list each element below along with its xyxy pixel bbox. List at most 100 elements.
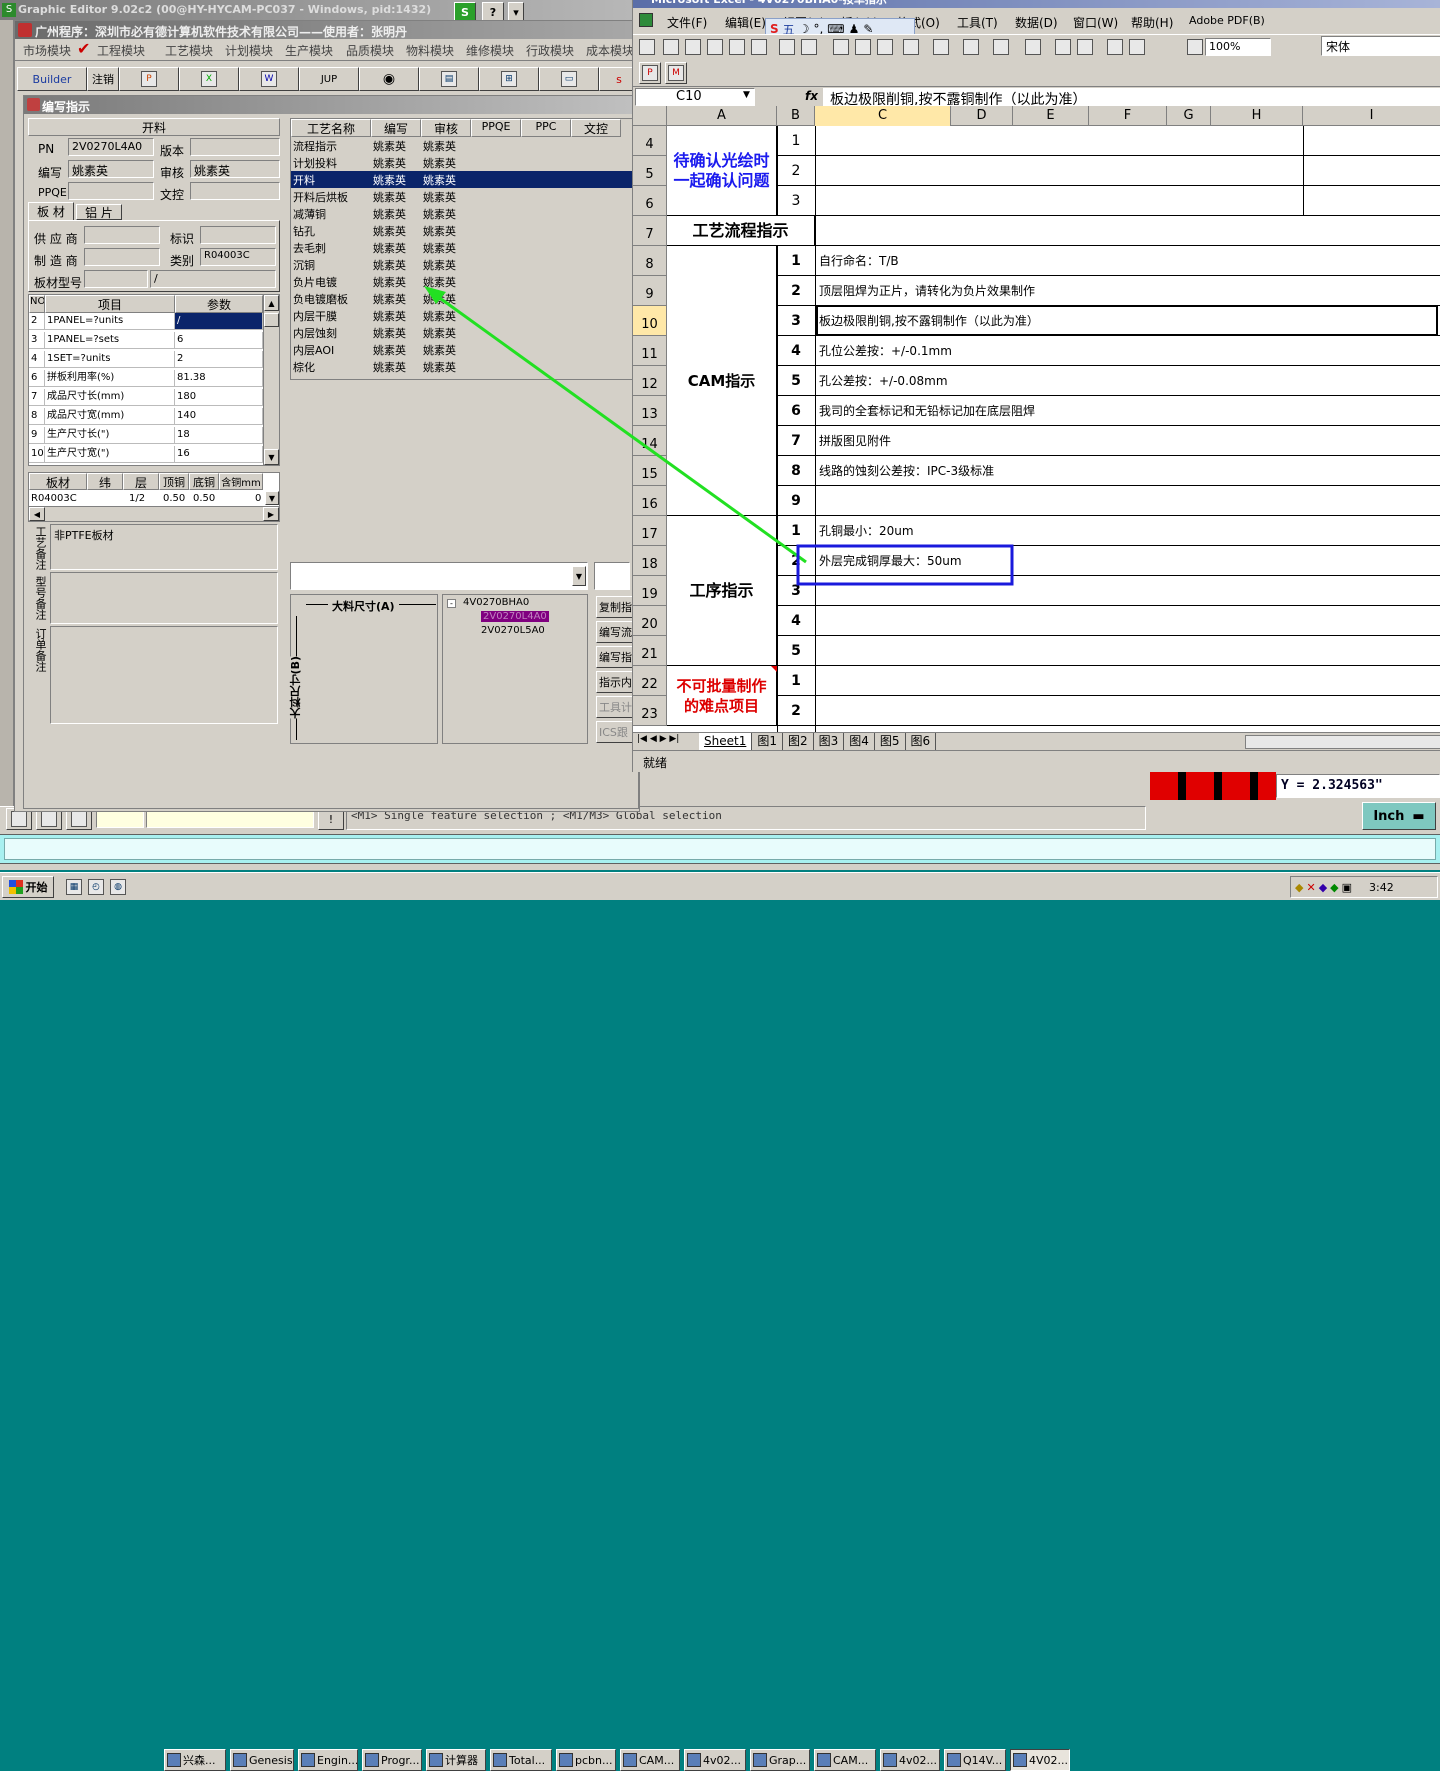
cam-instruction[interactable]: 拼版图见附件 [817, 426, 1437, 455]
side-action-button[interactable]: ICS跟 [596, 721, 634, 743]
procedure-instruction[interactable] [817, 636, 1437, 665]
column-header[interactable]: H [1211, 106, 1303, 126]
sort-desc-button[interactable] [1077, 39, 1095, 57]
ppqe-field[interactable] [68, 182, 154, 200]
menu-window[interactable]: 窗口(W) [1073, 14, 1118, 31]
spell-button[interactable] [779, 39, 797, 57]
word-button[interactable]: W [239, 67, 299, 91]
remark-model-field[interactable] [50, 572, 278, 624]
module-admin[interactable]: 行政模块 [526, 42, 574, 59]
param-item[interactable]: 成品尺寸宽(mm) [45, 408, 175, 425]
side-combo[interactable] [594, 562, 630, 590]
clock-app-icon[interactable]: ◴ [88, 879, 104, 895]
module-repair[interactable]: 维修模块 [466, 42, 514, 59]
jup-button[interactable]: JUP [299, 67, 359, 91]
process-row[interactable]: 内层干膜 姚素英 姚素英 [291, 307, 637, 324]
process-combo[interactable] [290, 562, 588, 590]
module-process[interactable]: 工艺模块 [165, 42, 213, 59]
row-header[interactable]: 10 [633, 306, 667, 336]
menu-help[interactable]: 帮助(H) [1131, 14, 1173, 31]
tree-root[interactable]: 4V0270BHA0 [463, 597, 529, 608]
cam-instruction[interactable]: 线路的蚀刻公差按：IPC-3级标准 [817, 456, 1437, 485]
param-no[interactable]: 3 [29, 332, 45, 349]
sort-asc-button[interactable] [1055, 39, 1073, 57]
autosum-button[interactable] [1025, 39, 1043, 57]
process-row[interactable]: 负电镀磨板 姚素英 姚素英 [291, 290, 637, 307]
category-field[interactable]: R04003C [200, 248, 276, 266]
module-engineering[interactable]: 工程模块 [97, 42, 145, 59]
param-item[interactable]: 1SET=?units [45, 351, 175, 368]
module-plan[interactable]: 计划模块 [225, 42, 273, 59]
hscroll-right-arrow[interactable]: ▶ [263, 507, 279, 521]
module-production[interactable]: 生产模块 [285, 42, 333, 59]
row-header[interactable]: 12 [633, 366, 667, 396]
section-process-flow[interactable]: 工艺流程指示 [667, 216, 815, 246]
side-action-button[interactable]: 编写流 [596, 621, 634, 643]
control-field[interactable] [190, 182, 280, 200]
tray-icon-4[interactable]: ◆ [1330, 881, 1338, 894]
maker-field[interactable] [84, 248, 160, 266]
ge-mini-dropdown-button[interactable]: ▾ [508, 2, 524, 22]
params-scrollbar[interactable]: ▲ ▼ [263, 295, 279, 465]
taskbar-item[interactable]: Progr... [362, 1749, 422, 1771]
side-action-button[interactable]: 指示内 [596, 671, 634, 693]
help-button[interactable] [1187, 39, 1205, 57]
open-button[interactable] [663, 39, 681, 57]
difficulty-item[interactable] [817, 666, 1437, 695]
cam-value-field[interactable] [146, 810, 314, 828]
row-header[interactable]: 18 [633, 546, 667, 576]
drawing-button[interactable] [1129, 39, 1147, 57]
desktop-icon[interactable]: ▦ [66, 879, 82, 895]
side-action-button[interactable]: 编写指 [596, 646, 634, 668]
taskbar-item[interactable]: 4v02... [880, 1749, 940, 1771]
row-header[interactable]: 22 [633, 666, 667, 696]
procedure-instruction[interactable] [817, 576, 1437, 605]
ge-mini-s-button[interactable]: S [454, 2, 476, 22]
mat-scroll-down[interactable]: ▼ [265, 491, 279, 505]
logout-button[interactable]: 注销 [87, 67, 119, 91]
taskbar-item[interactable]: 4V02... [1010, 1749, 1070, 1771]
difficulty-item[interactable] [817, 696, 1437, 725]
row-header[interactable]: 16 [633, 486, 667, 516]
process-row[interactable]: 沉铜 姚素英 姚素英 [291, 256, 637, 273]
remark-process-field[interactable]: 非PTFE板材 [50, 524, 278, 570]
tray-icon-5[interactable]: ▣ [1342, 881, 1352, 894]
taskbar-item[interactable]: 兴森... [164, 1749, 226, 1771]
format-painter-button[interactable] [903, 39, 921, 57]
font-dropdown[interactable]: 宋体 [1321, 36, 1440, 56]
param-item[interactable]: 生产尺寸宽(") [45, 446, 175, 463]
copy-button[interactable] [855, 39, 873, 57]
row-header[interactable]: 17 [633, 516, 667, 546]
remark-order-field[interactable] [50, 626, 278, 724]
name-box[interactable]: C10 [635, 88, 755, 106]
cam-instruction[interactable]: 自行命名：T/B [817, 246, 1437, 275]
taskbar-item[interactable]: Q14V... [944, 1749, 1006, 1771]
writer-field[interactable]: 姚素英 [68, 160, 154, 178]
supplier-field[interactable] [84, 226, 160, 244]
taskbar-item[interactable]: 计算器 [426, 1749, 486, 1771]
print-button[interactable] [729, 39, 747, 57]
process-row[interactable]: 内层AOI 姚素英 姚素英 [291, 341, 637, 358]
hscroll-left-arrow[interactable]: ◀ [29, 507, 45, 521]
cam-unit-dropdown[interactable]: Inch ▬ [1362, 802, 1436, 830]
cam-instruction[interactable]: 孔位公差按：+/-0.1mm [817, 336, 1437, 365]
param-no[interactable]: 10 [29, 446, 45, 463]
module-material[interactable]: 物料模块 [406, 42, 454, 59]
view-button[interactable]: ◉ [359, 67, 419, 91]
section-cam[interactable]: CAM指示 [667, 246, 777, 516]
scroll-up-arrow[interactable]: ▲ [264, 295, 279, 311]
pdf-mail-button[interactable]: M [665, 62, 687, 84]
process-row[interactable]: 负片电镀 姚素英 姚素英 [291, 273, 637, 290]
permission-button[interactable] [707, 39, 725, 57]
taskbar-item[interactable]: Grap... [750, 1749, 810, 1771]
param-no[interactable]: 4 [29, 351, 45, 368]
builder-button[interactable]: Builder [17, 67, 87, 91]
param-value[interactable]: 140 [175, 408, 263, 425]
tab-first-arrow[interactable]: |◀ ◀ ▶ ▶| [637, 734, 679, 744]
row-header[interactable]: 15 [633, 456, 667, 486]
sheet-tab[interactable]: 图5 [875, 733, 906, 750]
zoom-dropdown[interactable]: 100% [1205, 38, 1271, 56]
param-no[interactable]: 6 [29, 370, 45, 387]
cam-instruction[interactable]: 板边极限削铜,按不露铜制作（以此为准） [816, 305, 1438, 336]
section-confirm[interactable]: 待确认光绘时一起确认问题 [667, 126, 777, 216]
